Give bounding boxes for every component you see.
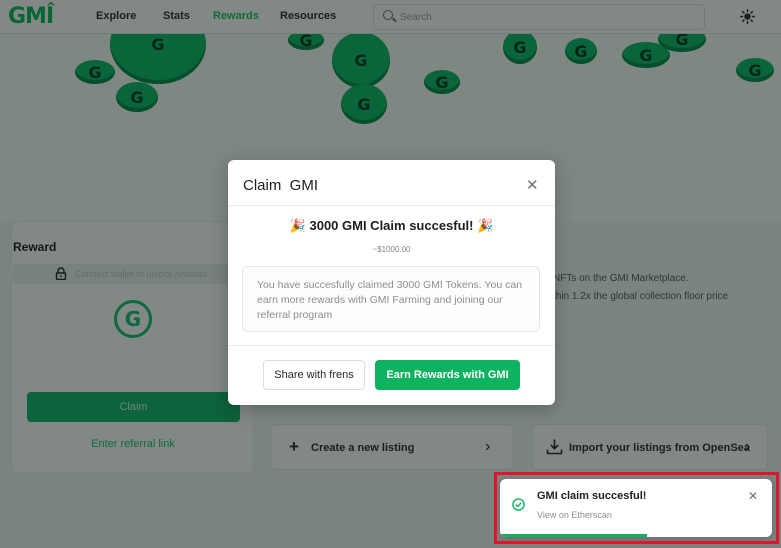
- party-icon: 🎉: [477, 218, 494, 233]
- toast-progress-bar: [500, 534, 647, 537]
- close-icon[interactable]: ✕: [748, 490, 758, 502]
- divider: [228, 205, 555, 206]
- toast-title: GMI claim succesful!: [537, 490, 647, 502]
- check-circle-icon: [512, 498, 525, 511]
- claim-modal: Claim GMI ✕ 🎉 3000 GMI Claim succesful! …: [228, 160, 555, 405]
- earn-rewards-button[interactable]: Earn Rewards with GMI: [375, 360, 520, 390]
- etherscan-link[interactable]: View on Etherscan: [537, 510, 612, 520]
- party-icon: 🎉: [289, 218, 306, 233]
- claim-success-text: 3000 GMI Claim succesful!: [309, 218, 474, 233]
- close-icon[interactable]: ✕: [526, 178, 539, 193]
- claim-success-headline: 🎉 3000 GMI Claim succesful! 🎉: [228, 218, 555, 234]
- divider: [228, 345, 555, 346]
- share-with-frens-button[interactable]: Share with frens: [263, 360, 365, 390]
- claim-message: You have succesfully claimed 3000 GMI To…: [242, 266, 540, 332]
- modal-title: Claim GMI: [243, 177, 318, 194]
- success-toast: GMI claim succesful! View on Etherscan ✕: [500, 479, 772, 537]
- usd-value: ~$1000.00: [372, 245, 411, 254]
